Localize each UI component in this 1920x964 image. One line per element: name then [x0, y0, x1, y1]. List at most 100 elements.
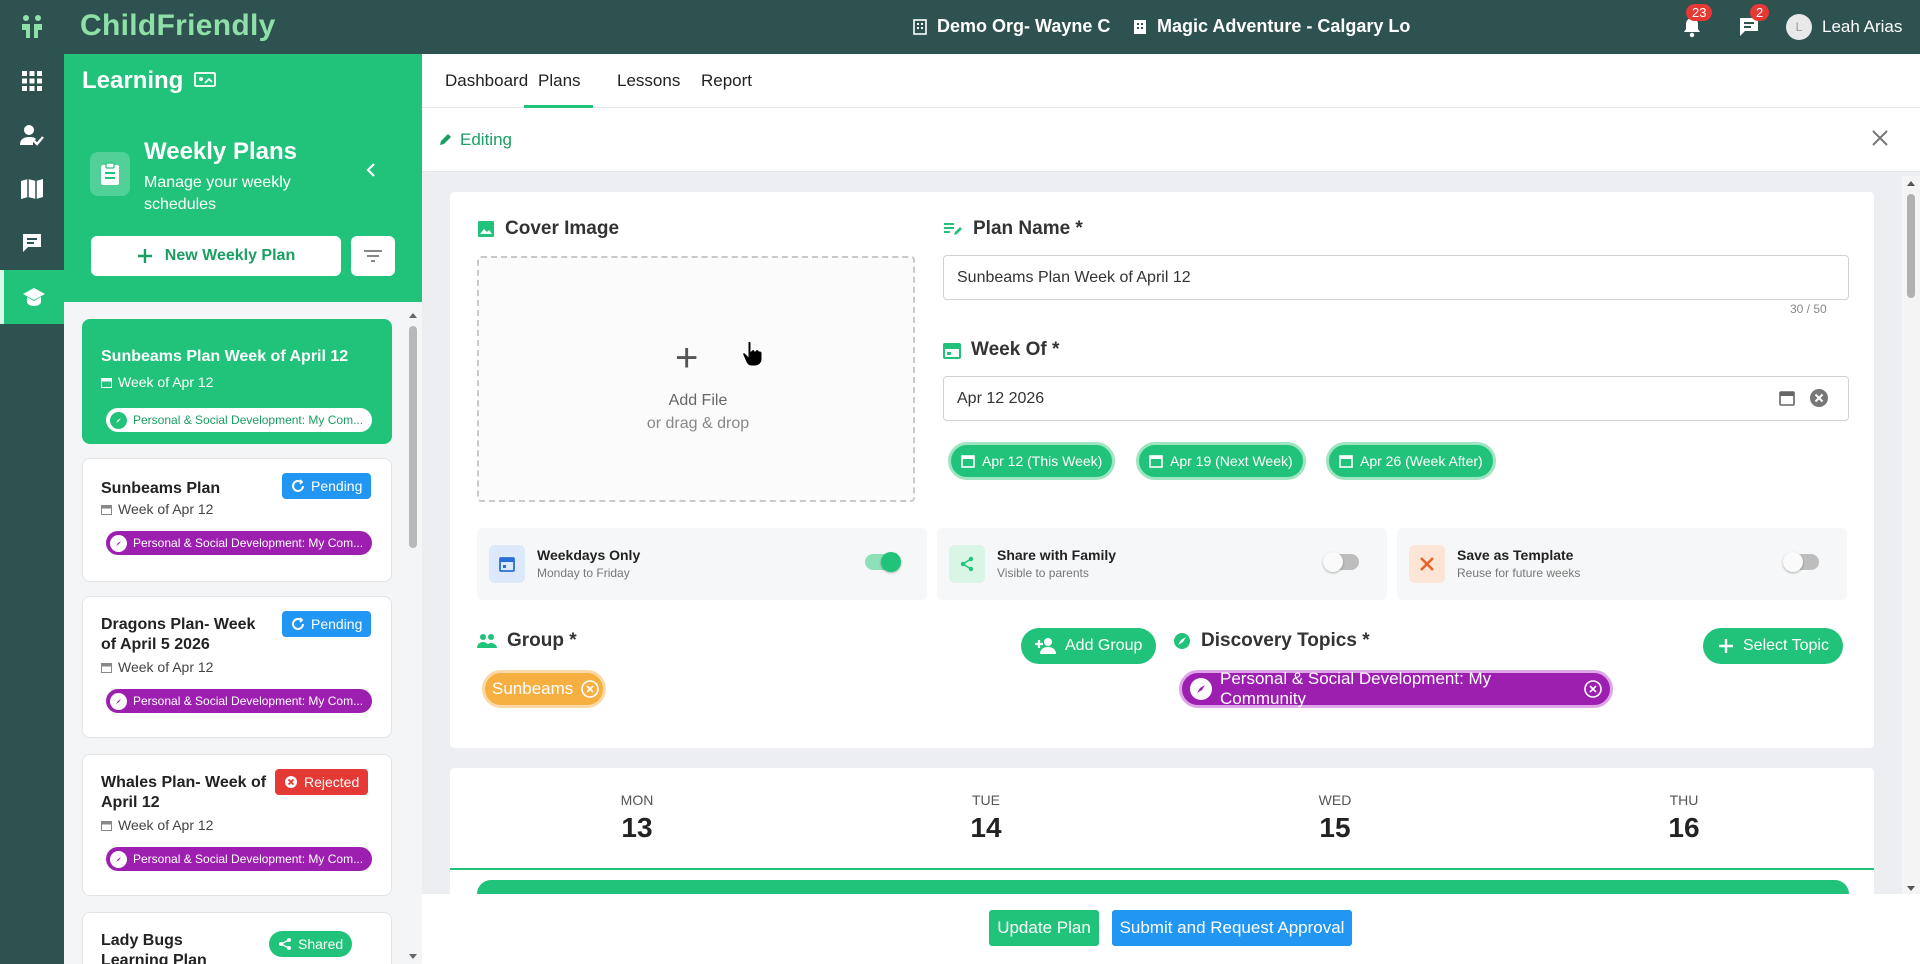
brand-logo[interactable]: ChildFriendly	[80, 9, 276, 43]
cancel-circle-icon	[284, 775, 298, 789]
chevron-left-icon[interactable]	[364, 162, 378, 183]
calendar-icon	[943, 341, 961, 359]
select-topic-button[interactable]: Select Topic	[1703, 628, 1843, 664]
plan-name-input[interactable]: Sunbeams Plan Week of April 12	[943, 255, 1849, 300]
tab-report[interactable]: Report	[701, 54, 752, 108]
status-badge: Shared	[269, 931, 353, 957]
plan-editor: Editing Cover Image + Add File or drag &…	[422, 108, 1920, 964]
compass-icon	[110, 692, 127, 710]
editor-toolbar: Editing	[422, 108, 1920, 172]
this-week-chip[interactable]: Apr 12 (This Week)	[948, 442, 1116, 480]
tab-plans[interactable]: Plans	[524, 54, 593, 108]
day-header-tue[interactable]: TUE 14	[936, 792, 1036, 844]
group-icon	[477, 633, 497, 649]
tab-lessons[interactable]: Lessons	[617, 54, 680, 108]
sidebar-header: Weekly Plans Manage your weekly schedule…	[64, 108, 422, 302]
topic-chip: Personal & Social Development: My Com...	[106, 847, 372, 871]
message-count-badge: 2	[1750, 4, 1770, 21]
new-weekly-plan-button[interactable]: New Weekly Plan	[91, 236, 341, 276]
week-after-chip[interactable]: Apr 26 (Week After)	[1326, 442, 1496, 480]
update-plan-button[interactable]: Update Plan	[989, 910, 1099, 946]
weekdays-only-toggle[interactable]	[865, 552, 901, 572]
day-header-thu[interactable]: THU 16	[1634, 792, 1734, 844]
plan-title: Sunbeams Plan	[101, 480, 221, 497]
location-selector[interactable]: Magic Adventure - Calgary Lo	[1132, 16, 1410, 37]
topic-chip[interactable]: Personal & Social Development: My Commun…	[1179, 669, 1613, 708]
plan-card[interactable]: Lady Bugs Learning Plan Shared	[82, 912, 392, 964]
avatar: L	[1786, 14, 1812, 40]
user-menu[interactable]: L Leah Arias	[1786, 14, 1902, 40]
module-title: Learning	[82, 67, 184, 94]
filter-button[interactable]	[351, 236, 395, 276]
forum-icon[interactable]	[0, 216, 64, 270]
plan-week: Week of Apr 12	[101, 659, 213, 675]
day-name: MON	[620, 792, 654, 808]
apps-grid-icon[interactable]	[0, 54, 64, 108]
sidebar-scrollbar[interactable]	[406, 308, 420, 964]
book-map-icon[interactable]	[0, 162, 64, 216]
share-icon	[949, 545, 985, 583]
next-week-label: Apr 19 (Next Week)	[1170, 453, 1293, 469]
sidebar-title: Weekly Plans	[144, 138, 297, 165]
weekdays-only-option: Weekdays Only Monday to Friday	[477, 528, 927, 600]
org-selector[interactable]: Demo Org- Wayne C	[912, 16, 1110, 37]
learning-cap-icon[interactable]	[0, 270, 64, 324]
day-header-wed[interactable]: WED 15	[1285, 792, 1385, 844]
new-weekly-plan-label: New Weekly Plan	[164, 247, 296, 264]
week-of-label-text: Week Of *	[971, 339, 1060, 360]
plan-title: Dragons Plan- Week of April 5 2026	[101, 616, 256, 653]
plans-sidebar: Weekly Plans Manage your weekly schedule…	[64, 108, 422, 964]
share-with-family-option: Share with Family Visible to parents	[937, 528, 1387, 600]
plan-week: Week of Apr 12	[101, 501, 213, 517]
calendar-icon	[101, 820, 112, 831]
people-logo-icon[interactable]	[20, 14, 44, 40]
submit-request-approval-button[interactable]: Submit and Request Approval	[1112, 910, 1352, 946]
pencil-icon	[438, 133, 452, 147]
cover-image-dropzone[interactable]: + Add File or drag & drop	[477, 256, 915, 502]
plus-icon	[137, 248, 153, 264]
clear-date-icon[interactable]	[1809, 388, 1829, 413]
top-bar: ChildFriendly Demo Org- Wayne C Magic Ad…	[0, 0, 1920, 54]
date-picker-icon[interactable]	[1779, 390, 1795, 411]
group-chip[interactable]: Sunbeams	[482, 670, 606, 708]
plan-card-selected[interactable]: Sunbeams Plan Week of April 12 Week of A…	[82, 319, 392, 444]
compass-icon	[110, 534, 127, 552]
topic-label: Personal & Social Development: My Com...	[133, 413, 364, 427]
status-badge: Pending	[282, 473, 372, 499]
edit-note-icon	[943, 221, 963, 237]
remove-topic-icon[interactable]	[1584, 680, 1602, 698]
cover-image-label-text: Cover Image	[505, 218, 620, 239]
discovery-topics-label-text: Discovery Topics *	[1201, 630, 1370, 651]
nav-rail	[0, 54, 64, 964]
close-icon[interactable]	[1870, 128, 1890, 153]
plan-card[interactable]: Whales Plan- Week of April 12 Rejected W…	[82, 754, 392, 896]
day-date: 14	[970, 812, 1002, 843]
day-header-mon[interactable]: MON 13	[587, 792, 687, 844]
day-date: 13	[621, 812, 653, 843]
this-week-label: Apr 12 (This Week)	[982, 453, 1103, 469]
save-as-template-toggle[interactable]	[1783, 552, 1819, 572]
day-name: TUE	[972, 792, 1000, 808]
select-topic-label: Select Topic	[1743, 637, 1829, 654]
tab-dashboard[interactable]: Dashboard	[445, 54, 528, 108]
plan-week-label: Week of Apr 12	[118, 374, 214, 390]
remove-group-icon[interactable]	[581, 680, 600, 698]
topic-chip: Personal & Social Development: My Com...	[106, 689, 372, 713]
editor-scrollbar[interactable]	[1902, 176, 1920, 896]
drag-drop-hint: or drag & drop	[646, 415, 750, 432]
user-check-icon[interactable]	[0, 108, 64, 162]
week-after-label: Apr 26 (Week After)	[1360, 453, 1483, 469]
group-chip-label: Sunbeams	[492, 679, 574, 698]
weekdays-only-subtitle: Monday to Friday	[537, 566, 630, 580]
calendar-icon	[101, 504, 112, 515]
add-group-button[interactable]: Add Group	[1021, 628, 1157, 664]
status-label: Shared	[298, 936, 344, 952]
week-of-input[interactable]: Apr 12 2026	[943, 376, 1849, 421]
next-week-chip[interactable]: Apr 19 (Next Week)	[1136, 442, 1306, 480]
plan-card[interactable]: Sunbeams Plan Pending Week of Apr 12 Per…	[82, 458, 392, 582]
plan-week: Week of Apr 12	[101, 817, 213, 833]
plan-week-label: Week of Apr 12	[118, 817, 214, 833]
status-badge: Pending	[282, 611, 372, 637]
plan-card[interactable]: Dragons Plan- Week of April 5 2026 Pendi…	[82, 596, 392, 738]
share-with-family-toggle[interactable]	[1323, 552, 1359, 572]
